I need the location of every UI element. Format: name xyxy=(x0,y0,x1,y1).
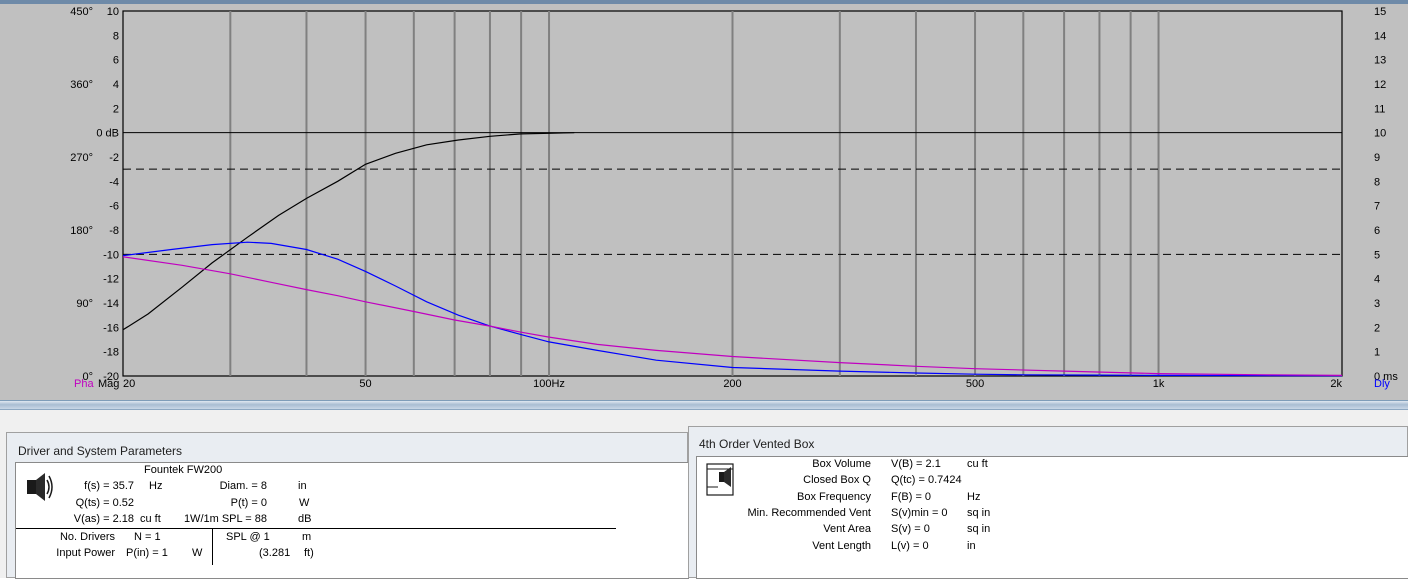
pt-unit: W xyxy=(299,497,310,509)
fs-unit: Hz xyxy=(149,480,163,492)
input-power-unit: W xyxy=(192,547,203,559)
y-tick-label-phase: 270° xyxy=(70,152,93,164)
y-tick-label-magnitude: 8 xyxy=(113,30,119,42)
box-param-label: Closed Box Q xyxy=(803,474,871,487)
y-tick-label-delay: 12 xyxy=(1374,79,1386,91)
box-parameters-box: Box Volume V(B) = 2.1 cu ft Closed Box Q Q(t… xyxy=(696,456,1408,579)
spl-unit: dB xyxy=(298,513,312,525)
spl-value: 1W/1m SPL = 88 xyxy=(183,513,267,525)
no-drivers-value[interactable]: N = 1 xyxy=(134,531,161,543)
box-param-value[interactable]: Q(tc) = 0.7424 xyxy=(891,474,962,486)
y-tick-label-magnitude: 2 xyxy=(113,103,119,115)
magnitude-axis-label: Mag xyxy=(98,378,119,390)
box-panel-title: 4th Order Vented Box xyxy=(699,437,815,451)
driver-panel-title: Driver and System Parameters xyxy=(18,444,183,458)
box-param-unit: sq in xyxy=(967,506,991,519)
x-tick-label: 100Hz xyxy=(533,378,565,390)
x-tick-label: 2k xyxy=(1330,378,1342,390)
table-column-divider xyxy=(212,529,213,565)
splitter-bar[interactable] xyxy=(0,400,1408,410)
box-param-value[interactable]: S(v) = 0 xyxy=(891,523,930,535)
y-tick-label-magnitude: -2 xyxy=(109,152,119,164)
y-tick-label-magnitude: -8 xyxy=(109,225,119,237)
vented-box-panel: 4th Order Vented Box Box Volume V(B) = 2.… xyxy=(688,426,1408,579)
delay-axis-label: Dly xyxy=(1374,378,1390,390)
y-tick-label-magnitude: 6 xyxy=(113,55,119,67)
x-tick-label: 20 xyxy=(123,378,135,390)
driver-parameters-box: Fountek FW200 f(s) = 35.7 Hz Q(ts) = 0.5… xyxy=(15,462,689,579)
box-param-label: Min. Recommended Vent xyxy=(747,506,871,519)
spl-at-value[interactable]: SPL @ 1 xyxy=(226,531,270,543)
y-tick-label-phase: 450° xyxy=(70,6,93,18)
y-tick-label-magnitude: -16 xyxy=(103,322,119,334)
y-tick-label-magnitude: -6 xyxy=(109,201,119,213)
y-tick-label-magnitude: 10 xyxy=(107,6,119,18)
box-param-label: Box Frequency xyxy=(797,490,871,503)
spl-at-unit: m xyxy=(302,531,312,543)
box-param-label: Box Volume xyxy=(812,458,871,470)
frequency-response-chart: 1086420 dB-2-4-6-8-10-12-14-16-18-20450°… xyxy=(70,6,1398,390)
y-tick-label-delay: 3 xyxy=(1374,298,1380,310)
diam-unit: in xyxy=(298,480,307,492)
y-tick-label-delay: 7 xyxy=(1374,201,1380,213)
y-tick-label-magnitude: -4 xyxy=(109,176,119,188)
y-tick-label-phase: 360° xyxy=(70,79,93,91)
y-tick-label-magnitude: 4 xyxy=(113,79,119,91)
box-param-value[interactable]: F(B) = 0 xyxy=(891,491,931,503)
box-param-label: Vent Area xyxy=(823,523,871,536)
y-tick-label-delay: 9 xyxy=(1374,152,1380,164)
y-tick-label-delay: 1 xyxy=(1374,347,1380,359)
y-tick-label-delay: 13 xyxy=(1374,55,1386,67)
vas-value: V(as) = 2.18 xyxy=(73,513,134,525)
y-tick-label-phase: 180° xyxy=(70,225,93,237)
y-tick-label-delay: 6 xyxy=(1374,225,1380,237)
box-param-unit: sq in xyxy=(967,523,991,536)
y-tick-label-delay: 14 xyxy=(1374,30,1386,42)
box-param-value[interactable]: V(B) = 2.1 xyxy=(891,458,941,470)
box-param-unit: in xyxy=(967,539,976,552)
input-power-value[interactable]: P(in) = 1 xyxy=(126,547,168,559)
box-param-value[interactable]: L(v) = 0 xyxy=(891,540,929,552)
y-tick-label-delay: 11 xyxy=(1374,103,1385,115)
y-tick-label-delay: 15 xyxy=(1374,6,1386,18)
y-tick-label-delay: 8 xyxy=(1374,176,1380,188)
phase-axis-label: Pha xyxy=(74,378,94,390)
fs-value: f(s) = 35.7 xyxy=(84,480,134,492)
y-tick-label-delay: 2 xyxy=(1374,322,1380,334)
y-tick-label-magnitude: -14 xyxy=(103,298,119,310)
y-tick-label-delay: 4 xyxy=(1374,274,1380,286)
spl-at-feet: (3.281 xyxy=(259,547,291,559)
y-tick-label-phase: 90° xyxy=(76,298,93,310)
y-tick-label-magnitude: -10 xyxy=(103,249,119,261)
vas-unit: cu ft xyxy=(140,513,161,525)
box-param-unit: cu ft xyxy=(967,458,988,470)
diam-value: Diam. = 8 xyxy=(219,480,267,492)
pt-value: P(t) = 0 xyxy=(230,497,267,509)
box-param-label: Vent Length xyxy=(812,539,871,552)
driver-parameters-panel: Driver and System Parameters Fountek FW2… xyxy=(6,432,689,579)
driver-name: Fountek FW200 xyxy=(144,464,223,476)
input-power-label: Input Power xyxy=(56,547,115,559)
x-tick-label: 50 xyxy=(359,378,371,390)
y-tick-label-magnitude: 0 dB xyxy=(96,128,119,140)
box-param-value[interactable]: S(v)min = 0 xyxy=(891,507,948,519)
no-drivers-label: No. Drivers xyxy=(59,531,115,543)
table-separator xyxy=(16,528,616,529)
qts-value: Q(ts) = 0.52 xyxy=(75,497,134,509)
box-param-unit: Hz xyxy=(967,490,981,503)
x-tick-label: 1k xyxy=(1153,378,1165,390)
y-tick-label-magnitude: -18 xyxy=(103,347,119,359)
x-tick-label: 500 xyxy=(966,378,984,390)
spl-at-feet-unit: ft) xyxy=(304,547,314,559)
y-tick-label-delay: 5 xyxy=(1374,249,1380,261)
y-tick-label-magnitude: -12 xyxy=(103,274,119,286)
y-tick-label-delay: 10 xyxy=(1374,128,1386,140)
x-tick-label: 200 xyxy=(723,378,741,390)
